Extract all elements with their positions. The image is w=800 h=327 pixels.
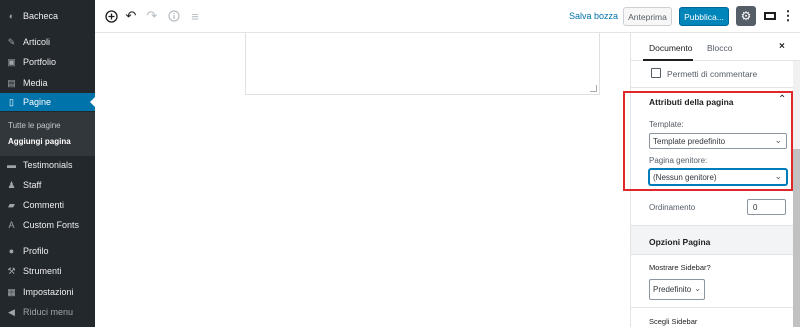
menu-item-strumenti[interactable]: ⚒ Strumenti bbox=[0, 262, 95, 280]
menu-item-label: Riduci menu bbox=[23, 307, 74, 317]
publish-button[interactable]: Pubblica... bbox=[679, 7, 729, 26]
font-icon: A bbox=[8, 220, 15, 230]
save-draft-button[interactable]: Salva bozza bbox=[569, 11, 618, 21]
order-input[interactable]: 0 bbox=[747, 199, 786, 215]
show-sidebar-label: Mostrare Sidebar? bbox=[649, 263, 711, 272]
divider bbox=[631, 307, 793, 308]
allow-comments-label: Permetti di commentare bbox=[667, 69, 758, 79]
tab-block[interactable]: Blocco bbox=[707, 43, 733, 53]
submenu-all-pages[interactable]: Tutte le pagine bbox=[8, 121, 61, 130]
comments-icon: ▰ bbox=[8, 199, 15, 210]
outline-icon[interactable]: ≡ bbox=[187, 8, 203, 24]
choose-sidebar-label: Scegli Sidebar bbox=[649, 317, 698, 326]
pages-submenu: Tutte le pagine Aggiungi pagina bbox=[0, 112, 95, 156]
page-options-title: Opzioni Pagina bbox=[649, 237, 711, 247]
submenu-add-page[interactable]: Aggiungi pagina bbox=[8, 137, 71, 146]
settings-icon: ▦ bbox=[7, 286, 16, 297]
content-textarea[interactable] bbox=[245, 33, 600, 95]
page-attributes-highlight bbox=[623, 91, 793, 191]
sidebar-tabs: Documento Blocco × bbox=[631, 33, 800, 61]
tab-document[interactable]: Documento bbox=[649, 43, 692, 53]
dashboard-icon: ◐ bbox=[8, 11, 15, 21]
show-sidebar-select-value: Predefinito bbox=[653, 285, 692, 294]
undo-icon[interactable]: ↶ bbox=[123, 8, 139, 24]
menu-item-label: Custom Fonts bbox=[23, 220, 80, 230]
more-menu-icon[interactable]: ⋮ bbox=[782, 7, 795, 25]
media-icon: ▤ bbox=[7, 77, 16, 88]
menu-item-profilo[interactable]: ● Profilo bbox=[0, 242, 95, 260]
menu-item-staff[interactable]: ♟ Staff bbox=[0, 176, 95, 194]
menu-item-label: Testimonials bbox=[23, 160, 73, 170]
pin-icon: ✎ bbox=[7, 36, 16, 47]
collapse-icon: ◀ bbox=[8, 306, 15, 317]
menu-item-bacheca[interactable]: ◐ Bacheca bbox=[0, 7, 95, 25]
menu-item-label: Articoli bbox=[23, 37, 51, 47]
menu-item-collapse[interactable]: ◀ Riduci menu bbox=[0, 303, 95, 321]
menu-item-articoli[interactable]: ✎ Articoli bbox=[0, 33, 95, 51]
menu-item-label: Bacheca bbox=[23, 11, 59, 21]
menu-item-label: Commenti bbox=[23, 200, 65, 210]
admin-sidebar: ◐ Bacheca ✎ Articoli ▣ Portfolio ▤ Media… bbox=[0, 0, 95, 327]
info-icon[interactable] bbox=[166, 8, 182, 24]
block-tools-icon[interactable] bbox=[763, 8, 777, 24]
menu-item-label: Staff bbox=[23, 180, 42, 190]
show-sidebar-select[interactable]: Predefinito ⌄ bbox=[649, 279, 705, 300]
sidebar-scrollbar-thumb[interactable] bbox=[793, 149, 800, 327]
add-block-icon[interactable] bbox=[103, 8, 119, 24]
order-label: Ordinamento bbox=[649, 203, 696, 212]
menu-item-impostazioni[interactable]: ▦ Impostazioni bbox=[0, 283, 95, 301]
editor-toolbar: ↶ ↷ ≡ Salva bozza Anteprima Pubblica... … bbox=[95, 0, 800, 33]
menu-item-testimonials[interactable]: ▬ Testimonials bbox=[0, 156, 95, 174]
menu-item-label: Strumenti bbox=[23, 266, 62, 276]
portfolio-icon: ▣ bbox=[7, 56, 16, 67]
menu-item-portfolio[interactable]: ▣ Portfolio bbox=[0, 53, 95, 71]
menu-item-label: Profilo bbox=[23, 246, 49, 256]
menu-item-label: Media bbox=[23, 78, 48, 88]
pages-icon: ▯ bbox=[9, 96, 14, 107]
user-icon: ● bbox=[8, 246, 15, 256]
active-tab-indicator bbox=[643, 59, 693, 61]
editor-canvas bbox=[95, 33, 630, 327]
allow-comments-checkbox[interactable] bbox=[651, 68, 661, 78]
menu-item-media[interactable]: ▤ Media bbox=[0, 74, 95, 92]
menu-item-custom-fonts[interactable]: A Custom Fonts bbox=[0, 216, 95, 234]
menu-item-commenti[interactable]: ▰ Commenti bbox=[0, 196, 95, 214]
close-icon[interactable]: × bbox=[779, 41, 785, 52]
wrench-icon: ⚒ bbox=[7, 265, 16, 276]
menu-item-label: Portfolio bbox=[23, 57, 57, 67]
settings-gear-icon[interactable]: ⚙ bbox=[736, 6, 756, 26]
chevron-down-icon: ⌄ bbox=[694, 284, 701, 293]
preview-button[interactable]: Anteprima bbox=[623, 7, 672, 26]
redo-icon[interactable]: ↷ bbox=[144, 8, 160, 24]
divider bbox=[631, 87, 793, 88]
menu-item-label: Pagine bbox=[23, 97, 52, 107]
page-options-header[interactable]: Opzioni Pagina bbox=[631, 225, 793, 255]
menu-item-label: Impostazioni bbox=[23, 287, 74, 297]
menu-item-pagine[interactable]: ▯ Pagine bbox=[0, 93, 95, 111]
staff-icon: ♟ bbox=[7, 179, 16, 190]
testimonials-icon: ▬ bbox=[7, 160, 16, 170]
